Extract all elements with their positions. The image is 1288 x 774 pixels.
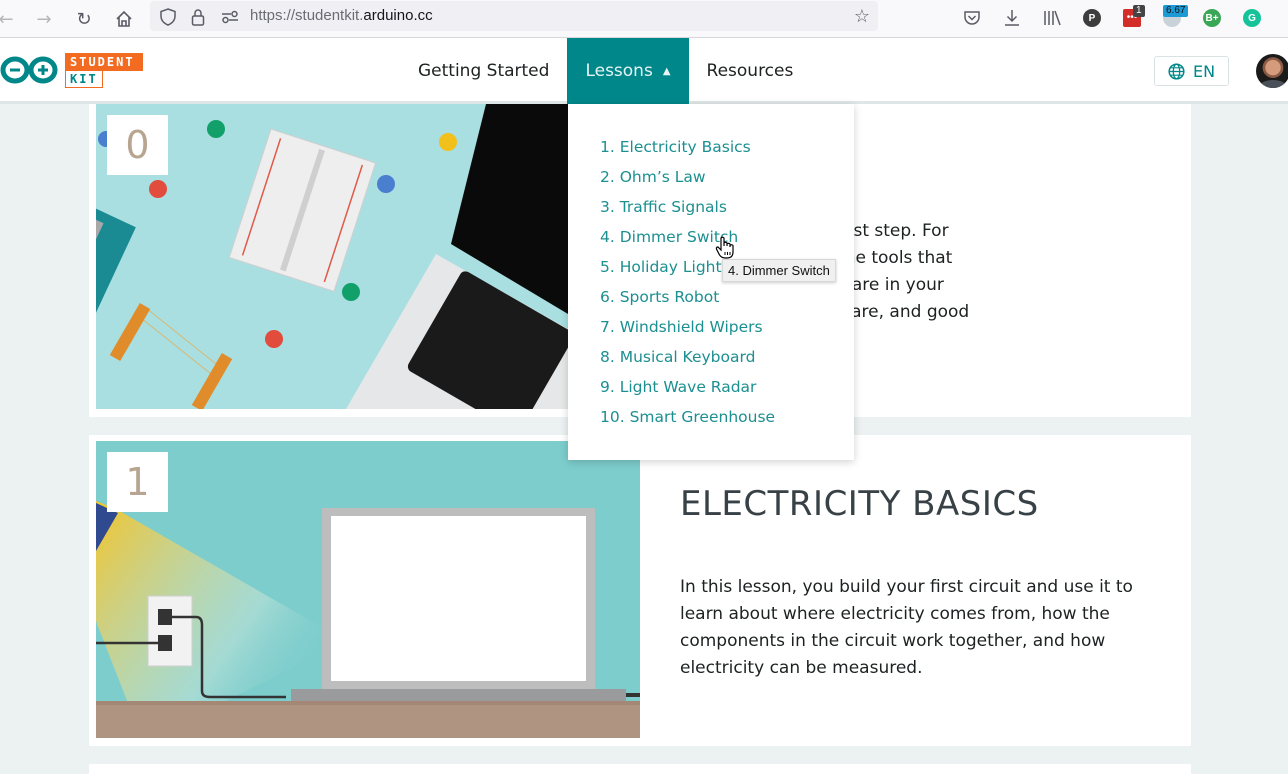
download-icon[interactable] <box>999 5 1025 31</box>
lesson-image-getting-started: 0 <box>96 104 568 409</box>
dropdown-item-musical-keyboard[interactable]: 8. Musical Keyboard <box>568 342 854 372</box>
lesson-number-badge: 1 <box>107 452 168 512</box>
dropdown-item-windshield-wipers[interactable]: 7. Windshield Wipers <box>568 312 854 342</box>
arduino-logo[interactable] <box>0 52 60 92</box>
url-bar[interactable]: https://studentkit.arduino.cc ☆ <box>150 1 878 31</box>
student-kit-logo[interactable]: STUDENT KIT <box>65 53 143 88</box>
home-button[interactable] <box>110 5 138 33</box>
nav-getting-started[interactable]: Getting Started <box>400 38 567 104</box>
browser-toolbar: ← → ↻ https://studentkit.arduino.cc ☆ P … <box>0 0 1288 38</box>
permissions-icon[interactable] <box>220 7 240 27</box>
nav-resources[interactable]: Resources <box>689 38 812 104</box>
dropdown-item-sports-robot[interactable]: 6. Sports Robot <box>568 282 854 312</box>
dropdown-item-dimmer-switch[interactable]: 4. Dimmer Switch <box>568 222 854 252</box>
main-nav: Getting Started Lessons ▲ Resources <box>400 38 811 104</box>
b-plus-extension-icon[interactable]: B+ <box>1199 5 1225 31</box>
dropdown-item-light-wave-radar[interactable]: 9. Light Wave Radar <box>568 372 854 402</box>
link-tooltip: 4. Dimmer Switch <box>722 259 836 282</box>
forward-button[interactable]: → <box>30 5 58 33</box>
hand-pointer-cursor-icon <box>715 236 734 259</box>
lastpass-extension-icon[interactable]: ••• 1 <box>1119 5 1145 31</box>
arrow-left-icon: ← <box>0 8 14 30</box>
dropdown-item-traffic-signals[interactable]: 3. Traffic Signals <box>568 192 854 222</box>
dropdown-item-ohms-law[interactable]: 2. Ohm’s Law <box>568 162 854 192</box>
lesson-number-badge: 0 <box>107 115 168 175</box>
shield-icon[interactable] <box>158 7 178 27</box>
pocket-icon[interactable] <box>959 5 985 31</box>
home-icon <box>116 10 132 27</box>
site-header: STUDENT KIT Getting Started Lessons ▲ Res… <box>0 38 1288 104</box>
grammarly-extension-icon[interactable]: G <box>1239 5 1265 31</box>
user-avatar[interactable] <box>1256 54 1288 88</box>
lesson-card-2[interactable] <box>89 764 1191 774</box>
p-extension-icon[interactable]: P <box>1079 5 1105 31</box>
caret-up-icon: ▲ <box>662 65 671 77</box>
dropdown-item-smart-greenhouse[interactable]: 10. Smart Greenhouse <box>568 402 854 432</box>
arrow-right-icon: → <box>36 8 52 30</box>
blue-extension-icon[interactable]: 6.67 <box>1159 5 1189 31</box>
lesson-description: In this lesson, you build your first cir… <box>680 577 1133 678</box>
dropdown-item-electricity-basics[interactable]: 1. Electricity Basics <box>568 132 854 162</box>
reload-icon: ↻ <box>76 8 92 30</box>
lesson-image-electricity-basics: 1 <box>96 441 640 738</box>
lesson-title[interactable]: ELECTRICITY BASICS <box>680 484 1039 524</box>
lock-icon[interactable] <box>188 7 208 27</box>
library-icon[interactable] <box>1039 5 1065 31</box>
globe-icon <box>1168 62 1185 80</box>
url-text[interactable]: https://studentkit.arduino.cc <box>250 7 433 24</box>
lesson-card-1[interactable]: 1 ELECTRICITY BASICS In this lesson, you… <box>89 435 1191 746</box>
back-button[interactable]: ← <box>0 5 20 33</box>
arduino-infinity-icon <box>0 56 58 84</box>
nav-lessons[interactable]: Lessons ▲ <box>567 38 689 104</box>
language-button[interactable]: EN <box>1154 56 1229 86</box>
bookmark-star-icon[interactable]: ☆ <box>854 6 870 27</box>
lessons-dropdown-menu: 1. Electricity Basics 2. Ohm’s Law 3. Tr… <box>568 104 854 460</box>
reload-button[interactable]: ↻ <box>70 5 98 33</box>
